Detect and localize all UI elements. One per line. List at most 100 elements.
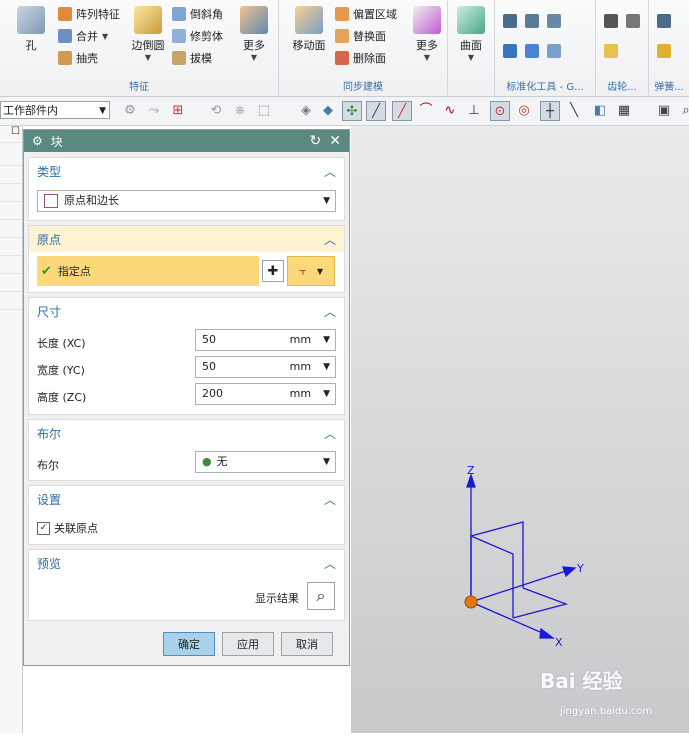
height-input[interactable]: 200 mm ▼ — [195, 383, 336, 405]
assoc-origin-checkbox[interactable]: ✓ 关联原点 — [37, 520, 98, 536]
snap-icon-5[interactable]: ⎈ — [230, 101, 250, 121]
std-tool-icon-6[interactable] — [547, 44, 561, 58]
chevron-down-icon[interactable]: ▼ — [323, 330, 330, 350]
preview-section-header[interactable]: 预览 ︿ — [29, 550, 344, 576]
navigator-row[interactable] — [0, 256, 22, 274]
point-snap-icon[interactable]: ✣ — [342, 101, 362, 121]
std-tool-icon-3[interactable] — [547, 14, 561, 28]
surface-button[interactable]: 曲面 ▼ — [454, 6, 488, 62]
apply-button[interactable]: 应用 — [222, 632, 274, 656]
std-tool-icon-5[interactable] — [525, 44, 539, 58]
surface-dropdown-icon[interactable]: ▼ — [454, 53, 488, 62]
move-face-button[interactable]: 移动面 — [289, 6, 329, 53]
boolean-dropdown[interactable]: ● 无 ▼ — [195, 451, 336, 473]
chevron-down-icon[interactable]: ▼ — [323, 384, 330, 404]
snap-icon-4[interactable]: ⟲ — [206, 101, 226, 121]
navigator-row[interactable] — [0, 166, 22, 184]
shell-button[interactable]: 抽壳 — [58, 50, 98, 66]
close-icon[interactable]: ✕ — [329, 133, 341, 149]
chamfer-button[interactable]: 倒斜角 — [172, 6, 223, 22]
spring-tool-icon-2[interactable] — [657, 44, 671, 58]
gear-tool-icon-3[interactable] — [604, 44, 618, 58]
tangent-snap-icon[interactable]: ╲ — [564, 101, 584, 121]
unite-button[interactable]: 合并 ▼ — [58, 28, 108, 44]
chevron-down-icon[interactable]: ▼ — [323, 357, 330, 377]
zoom-icon[interactable]: ⌕ — [676, 101, 689, 121]
csys-axes — [466, 472, 577, 639]
graphics-viewport[interactable]: Z Y X — [351, 126, 689, 733]
dimensions-header-label: 尺寸 — [37, 304, 62, 319]
solid-select-icon[interactable]: ◈ — [296, 101, 316, 121]
snap-icon-3[interactable]: ⊞ — [168, 101, 188, 121]
origin-point[interactable] — [464, 595, 478, 609]
inferred-point-dropdown[interactable]: ⫟ ▼ — [287, 256, 335, 286]
offset-region-button[interactable]: 偏置区域 — [335, 6, 397, 22]
quadrant-snap-icon[interactable]: ◎ — [514, 101, 534, 121]
intersection-snap-icon[interactable]: ┼ — [540, 101, 560, 121]
reset-icon[interactable]: ↻ — [310, 133, 322, 149]
length-input[interactable]: 50 mm ▼ — [195, 329, 336, 351]
surface-icon — [457, 6, 485, 34]
snap-icon-1[interactable]: ⚙ — [120, 101, 140, 121]
specify-point-row[interactable]: ✔ 指定点 — [37, 256, 259, 286]
snap-icon-2[interactable]: ⤳ — [144, 101, 164, 121]
selection-scope-dropdown[interactable]: 工作部件内 ▼ — [0, 101, 110, 119]
std-tool-icon-1[interactable] — [503, 14, 517, 28]
box-select-icon[interactable]: ⬚ — [254, 101, 274, 121]
type-dropdown[interactable]: 原点和边长 ▼ — [37, 190, 336, 212]
ok-button[interactable]: 确定 — [163, 632, 215, 656]
normal-snap-icon[interactable]: ⊥ — [464, 101, 484, 121]
dimensions-section-header[interactable]: 尺寸 ︿ — [29, 298, 344, 324]
navigator-row[interactable] — [0, 202, 22, 220]
edge-blend-dropdown-icon[interactable]: ▼ — [128, 53, 168, 62]
navigator-box-icon[interactable]: ☐ — [0, 126, 22, 143]
navigator-row[interactable] — [0, 238, 22, 256]
replace-face-button[interactable]: 替换面 — [335, 28, 386, 44]
navigator-row[interactable] — [0, 184, 22, 202]
navigator-row[interactable] — [0, 220, 22, 238]
gear-tool-icon-2[interactable] — [626, 14, 640, 28]
pattern-button[interactable]: 阵列特征 — [58, 6, 120, 22]
face-snap-icon[interactable]: ◧ — [590, 101, 610, 121]
width-input[interactable]: 50 mm ▼ — [195, 356, 336, 378]
origin-section-header[interactable]: 原点 ︿ — [29, 226, 344, 252]
chevron-up-icon: ︿ — [323, 426, 336, 441]
gear-tool-icon-1[interactable] — [604, 14, 618, 28]
chevron-down-icon: ▼ — [323, 196, 330, 206]
type-section-header[interactable]: 类型 ︿ — [29, 158, 344, 184]
spline-snap-icon[interactable]: ∿ — [440, 101, 460, 121]
view-icon[interactable]: ▣ — [654, 101, 674, 121]
std-tool-icon-2[interactable] — [525, 14, 539, 28]
features-more-button[interactable]: 更多 ▼ — [238, 6, 270, 62]
point-dialog-button[interactable]: ✚ — [262, 260, 284, 282]
unite-dropdown-icon[interactable]: ▼ — [102, 32, 108, 41]
cancel-button[interactable]: 取消 — [281, 632, 333, 656]
center-snap-icon[interactable]: ⊙ — [490, 101, 510, 121]
dialog-title-bar[interactable]: ⚙ 块 ↻ ✕ — [24, 130, 349, 152]
delete-face-button[interactable]: 删除面 — [335, 50, 386, 66]
body-select-icon[interactable]: ◆ — [318, 101, 338, 121]
edge-blend-button[interactable]: 边倒圆 ▼ — [128, 6, 168, 62]
features-more-dropdown-icon[interactable]: ▼ — [238, 53, 270, 62]
std-tool-icon-4[interactable] — [503, 44, 517, 58]
navigator-row[interactable] — [0, 292, 22, 310]
boolean-section-header[interactable]: 布尔 ︿ — [29, 420, 344, 446]
watermark-logo: Bai 经验 — [540, 669, 623, 693]
hole-button[interactable]: 孔 — [14, 6, 48, 53]
endpoint-snap-icon[interactable]: ╱ — [392, 101, 412, 121]
line-snap-icon[interactable]: ╱ — [366, 101, 386, 121]
sync-more-button[interactable]: 更多 ▼ — [411, 6, 443, 62]
sync-more-dropdown-icon[interactable]: ▼ — [411, 53, 443, 62]
draft-button[interactable]: 拔模 — [172, 50, 212, 66]
curve-snap-icon[interactable]: ⌒ — [416, 101, 436, 121]
spring-tool-icon-1[interactable] — [657, 14, 671, 28]
navigator-header-cell[interactable] — [0, 143, 22, 166]
trim-body-button[interactable]: 修剪体 — [172, 28, 223, 44]
navigator-row[interactable] — [0, 274, 22, 292]
block-dialog: ⚙ 块 ↻ ✕ 类型 ︿ 原点和边长 ▼ 原点 ︿ ✔ 指定点 ✚ ⫟ ▼ 尺寸… — [23, 129, 350, 666]
grid-snap-icon[interactable]: ▦ — [614, 101, 634, 121]
gear-icon[interactable]: ⚙ — [32, 134, 43, 148]
settings-section-header[interactable]: 设置 ︿ — [29, 486, 344, 512]
show-result-button[interactable]: ⌕ — [307, 582, 335, 610]
offset-region-label: 偏置区域 — [353, 8, 397, 21]
